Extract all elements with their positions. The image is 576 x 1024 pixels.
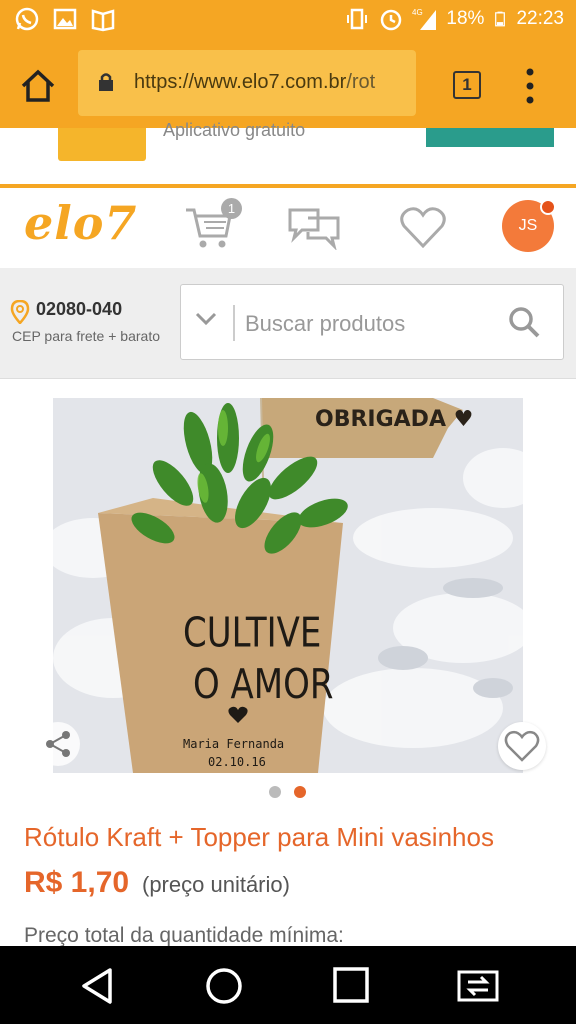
install-button[interactable]	[426, 128, 554, 147]
switch-app-icon[interactable]	[456, 966, 500, 1006]
cep-value[interactable]: 02080-040	[36, 299, 122, 320]
site-header: elo7 1 JS	[0, 188, 576, 270]
tag-text: OBRIGADA ♥	[315, 407, 473, 432]
image-icon	[53, 8, 77, 30]
whatsapp-icon	[15, 7, 39, 31]
carousel-dot-2[interactable]	[294, 786, 306, 798]
lock-icon	[99, 73, 113, 91]
book-icon	[91, 9, 115, 32]
notification-dot	[540, 199, 556, 215]
product-price: R$ 1,70	[24, 866, 130, 899]
clock: 22:23	[516, 8, 564, 29]
heart-outline-icon	[504, 730, 540, 762]
cup-date: 02.10.16	[208, 755, 266, 769]
product-photo: OBRIGADA ♥ CULTIVE O AMOR Maria Fernanda…	[53, 398, 523, 773]
url-path: /rot	[346, 71, 376, 93]
location-pin-icon	[10, 300, 30, 324]
cup-line2: O AMOR	[193, 660, 334, 708]
status-bar: 4G 18% 22:23	[0, 0, 576, 38]
favorite-button[interactable]	[498, 722, 546, 770]
cup-line1: CULTIVE	[183, 608, 321, 656]
network-label: 4G	[412, 8, 423, 17]
back-icon[interactable]	[80, 966, 116, 1006]
cep-subtitle: CEP para frete + barato	[12, 328, 160, 344]
home-nav-icon[interactable]	[204, 966, 244, 1006]
search-icon[interactable]	[507, 305, 541, 339]
url-main: https://www.elo7.com.br	[134, 71, 347, 93]
total-price-label: Preço total da quantidade mínima:	[24, 924, 344, 947]
chat-icon[interactable]	[288, 206, 340, 250]
recents-icon[interactable]	[332, 966, 370, 1004]
share-button[interactable]	[36, 722, 80, 766]
share-icon	[46, 731, 70, 757]
banner-text: Aplicativo gratuito	[163, 120, 306, 140]
product-image[interactable]: OBRIGADA ♥ CULTIVE O AMOR Maria Fernanda…	[53, 398, 523, 773]
heart-icon[interactable]	[400, 206, 446, 248]
home-icon[interactable]	[18, 66, 58, 106]
url-bar[interactable]: https://www.elo7.com.br/rot	[78, 50, 416, 116]
battery-percent: 18%	[446, 8, 485, 29]
alarm-icon	[381, 9, 402, 31]
tab-switcher-button[interactable]: 1	[453, 71, 481, 99]
search-row: 02080-040 CEP para frete + barato	[0, 268, 576, 379]
vibrate-icon	[347, 8, 368, 30]
battery-icon	[495, 11, 506, 27]
system-nav-bar	[0, 946, 576, 1024]
carousel-dot-1[interactable]	[269, 786, 281, 798]
app-icon	[58, 128, 146, 161]
product-title: Rótulo Kraft + Topper para Mini vasinhos	[24, 822, 494, 852]
price-unit-label: (preço unitário)	[142, 872, 290, 897]
app-banner: Aplicativo gratuito	[0, 120, 576, 188]
browser-toolbar: https://www.elo7.com.br/rot 1	[0, 38, 576, 128]
url-text: https://www.elo7.com.br/rot	[134, 71, 404, 94]
elo7-logo[interactable]: elo7	[24, 196, 137, 250]
chevron-down-icon[interactable]	[195, 311, 217, 327]
overflow-menu-icon[interactable]	[522, 66, 538, 106]
cart-badge: 1	[221, 198, 242, 219]
search-divider	[233, 305, 235, 341]
signal-icon: 4G	[412, 8, 437, 30]
search-input[interactable]	[243, 305, 497, 343]
search-box	[180, 284, 564, 360]
cup-name: Maria Fernanda	[183, 737, 284, 751]
